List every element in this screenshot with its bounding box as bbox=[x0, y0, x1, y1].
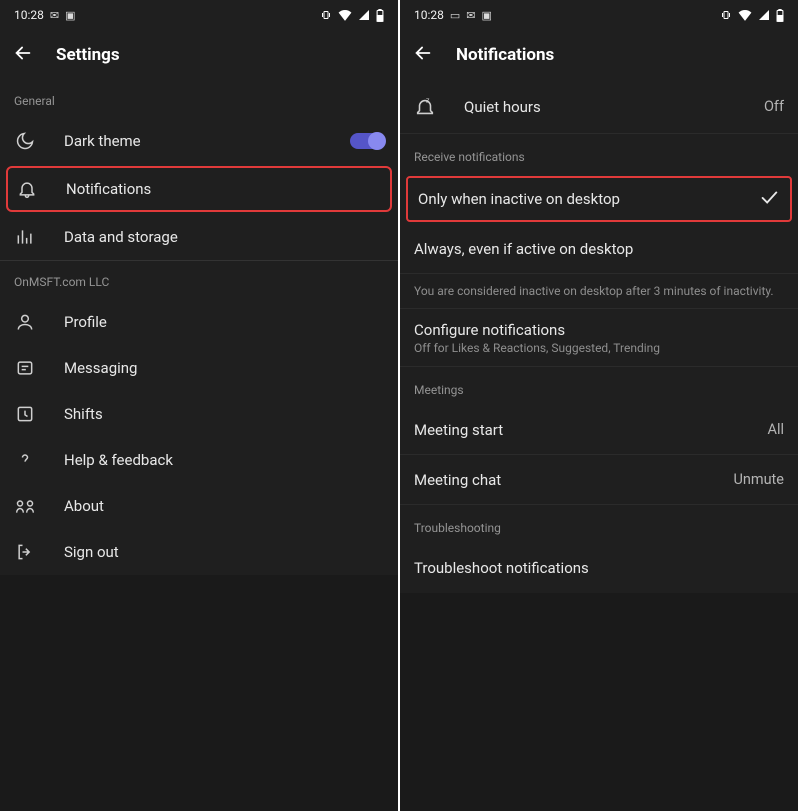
shifts-label: Shifts bbox=[64, 405, 384, 423]
signal-icon bbox=[758, 9, 770, 21]
troubleshoot-label: Troubleshoot notifications bbox=[414, 559, 784, 577]
help-label: Help & feedback bbox=[64, 451, 384, 469]
appbar: Settings bbox=[0, 30, 398, 80]
vibrate-icon bbox=[320, 9, 332, 21]
messaging-label: Messaging bbox=[64, 359, 384, 377]
signout-icon bbox=[14, 542, 36, 562]
section-meetings: Meetings bbox=[400, 367, 798, 405]
row-dark-theme[interactable]: Dark theme bbox=[0, 118, 398, 164]
back-button[interactable] bbox=[412, 42, 434, 68]
configure-sublabel: Off for Likes & Reactions, Suggested, Tr… bbox=[414, 341, 784, 355]
about-label: About bbox=[64, 497, 384, 515]
row-profile[interactable]: Profile bbox=[0, 299, 398, 345]
row-signout[interactable]: Sign out bbox=[0, 529, 398, 575]
page-title: Settings bbox=[56, 45, 120, 65]
vibrate-icon bbox=[720, 9, 732, 21]
bell-icon bbox=[16, 179, 38, 199]
option-inactive-label: Only when inactive on desktop bbox=[418, 190, 758, 208]
quiet-hours-icon: z bbox=[414, 96, 436, 118]
dark-theme-toggle[interactable] bbox=[350, 133, 384, 149]
row-meeting-chat[interactable]: Meeting chat Unmute bbox=[400, 455, 798, 505]
meeting-chat-value: Unmute bbox=[733, 471, 784, 488]
row-quiet-hours[interactable]: z Quiet hours Off bbox=[400, 80, 798, 134]
row-configure-notifications[interactable]: Configure notifications Off for Likes & … bbox=[400, 309, 798, 367]
quiet-hours-label: Quiet hours bbox=[464, 98, 736, 116]
status-time: 10:28 bbox=[414, 8, 444, 22]
status-bar: 10:28 ✉ ▣ bbox=[0, 0, 398, 30]
help-icon bbox=[14, 450, 36, 470]
meeting-chat-label: Meeting chat bbox=[414, 471, 733, 489]
row-messaging[interactable]: Messaging bbox=[0, 345, 398, 391]
about-icon bbox=[14, 496, 36, 516]
profile-label: Profile bbox=[64, 313, 384, 331]
row-notifications[interactable]: Notifications bbox=[8, 168, 390, 210]
wifi-icon bbox=[738, 9, 752, 21]
section-general: General bbox=[0, 80, 398, 118]
battery-icon bbox=[776, 9, 784, 22]
section-receive: Receive notifications bbox=[400, 134, 798, 172]
section-troubleshooting: Troubleshooting bbox=[400, 505, 798, 543]
mail-icon: ✉ bbox=[50, 9, 59, 22]
battery-icon bbox=[376, 9, 384, 22]
cast-icon: ▣ bbox=[482, 9, 492, 22]
svg-text:z: z bbox=[426, 96, 430, 104]
empty-space bbox=[400, 593, 798, 811]
signout-label: Sign out bbox=[64, 543, 384, 561]
meeting-start-label: Meeting start bbox=[414, 421, 767, 439]
cast-icon: ▣ bbox=[65, 9, 75, 22]
status-time: 10:28 bbox=[14, 8, 44, 22]
back-button[interactable] bbox=[12, 42, 34, 68]
image-icon: ▭ bbox=[450, 9, 460, 22]
page-title: Notifications bbox=[456, 45, 554, 65]
signal-icon bbox=[358, 9, 370, 21]
phone-left-settings: 10:28 ✉ ▣ Settings General bbox=[0, 0, 398, 811]
highlight-inactive-option: Only when inactive on desktop bbox=[406, 176, 792, 222]
section-org: OnMSFT.com LLC bbox=[0, 261, 398, 299]
wifi-icon bbox=[338, 9, 352, 21]
highlight-notifications: Notifications bbox=[6, 166, 392, 212]
configure-label: Configure notifications bbox=[414, 321, 784, 339]
empty-space bbox=[0, 575, 398, 811]
phone-right-notifications: 10:28 ▭ ✉ ▣ Notifications z bbox=[400, 0, 798, 811]
row-data-storage[interactable]: Data and storage bbox=[0, 214, 398, 260]
row-help[interactable]: Help & feedback bbox=[0, 437, 398, 483]
appbar: Notifications bbox=[400, 30, 798, 80]
data-storage-label: Data and storage bbox=[64, 228, 384, 246]
inactive-help-text: You are considered inactive on desktop a… bbox=[400, 274, 798, 309]
checkmark-icon bbox=[758, 186, 780, 212]
mail-icon: ✉ bbox=[466, 9, 475, 22]
moon-icon bbox=[14, 131, 36, 151]
row-meeting-start[interactable]: Meeting start All bbox=[400, 405, 798, 455]
option-inactive-desktop[interactable]: Only when inactive on desktop bbox=[408, 178, 790, 220]
status-bar: 10:28 ▭ ✉ ▣ bbox=[400, 0, 798, 30]
notifications-label: Notifications bbox=[66, 180, 382, 198]
dark-theme-label: Dark theme bbox=[64, 132, 322, 150]
option-always-desktop[interactable]: Always, even if active on desktop bbox=[400, 224, 798, 274]
row-shifts[interactable]: Shifts bbox=[0, 391, 398, 437]
option-always-label: Always, even if active on desktop bbox=[414, 240, 784, 258]
person-icon bbox=[14, 312, 36, 332]
quiet-hours-value: Off bbox=[764, 98, 784, 115]
meeting-start-value: All bbox=[767, 421, 784, 438]
row-about[interactable]: About bbox=[0, 483, 398, 529]
row-troubleshoot[interactable]: Troubleshoot notifications bbox=[400, 543, 798, 593]
chart-icon bbox=[14, 227, 36, 247]
clock-icon bbox=[14, 404, 36, 424]
messaging-icon bbox=[14, 358, 36, 378]
